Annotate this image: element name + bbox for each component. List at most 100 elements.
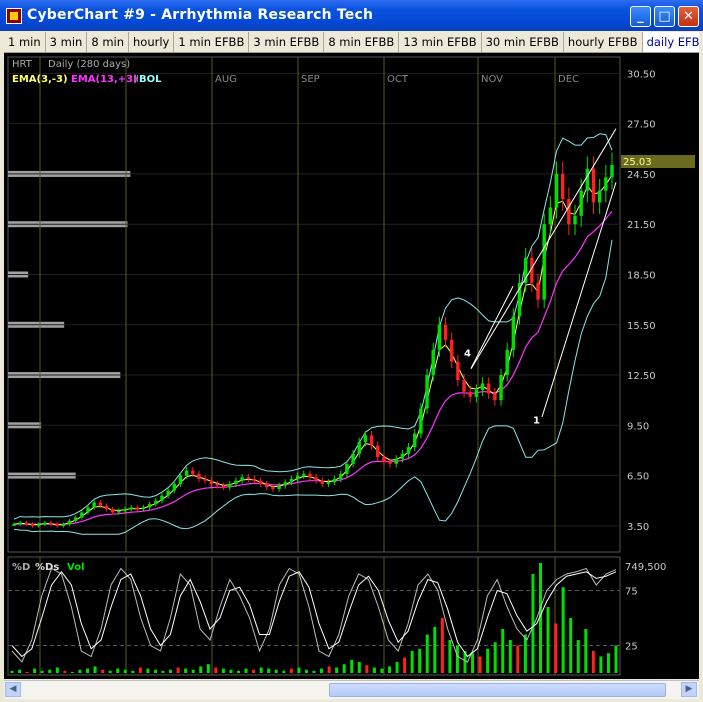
candle-body xyxy=(388,462,392,464)
maximize-button[interactable]: □ xyxy=(654,6,675,27)
candle-body xyxy=(24,522,29,525)
chart-area[interactable]: AUG SEP OCT NOV DEC 4 1 3.50 6.50 9.50 12.50 15.5… xyxy=(4,53,699,679)
candle-body xyxy=(357,442,361,454)
volume-bar xyxy=(93,666,97,673)
candle-body xyxy=(277,485,281,489)
tab-8-min[interactable]: 8 min xyxy=(87,32,130,52)
volume-bar xyxy=(342,664,346,673)
symbol-label: HRT xyxy=(12,59,33,70)
volume-bar xyxy=(418,648,422,673)
candle-body xyxy=(61,524,66,526)
close-button[interactable]: ✕ xyxy=(678,6,699,27)
tab-3-min[interactable]: 3 min xyxy=(46,32,88,52)
candle-body xyxy=(110,509,115,513)
candle-body xyxy=(258,480,263,484)
tab-3-min-efbb[interactable]: 3 min EFBB xyxy=(249,32,325,52)
minimize-button[interactable]: _ xyxy=(630,6,651,27)
candle-body xyxy=(80,512,84,518)
volume-bar xyxy=(206,664,210,673)
volume-bar xyxy=(259,667,263,673)
candle-body xyxy=(147,504,152,508)
scroll-left-button[interactable]: ◀ xyxy=(5,682,21,697)
candle-body xyxy=(462,380,466,392)
price-tick-label: 3.50 xyxy=(627,522,649,533)
month-label: AUG xyxy=(215,74,237,85)
candle-body xyxy=(73,517,78,521)
candle-body xyxy=(271,487,275,489)
tab-1-min-efbb[interactable]: 1 min EFBB xyxy=(174,32,250,52)
candle-body xyxy=(302,473,306,476)
volume-bar xyxy=(410,651,414,673)
candle-body xyxy=(406,447,411,454)
tab-hourly-efbb[interactable]: hourly EFBB xyxy=(564,32,643,52)
candle-body xyxy=(474,390,479,397)
volume-bar xyxy=(614,645,618,673)
tab-30-min-efbb[interactable]: 30 min EFBB xyxy=(482,32,564,52)
tab-13-min-efbb[interactable]: 13 min EFBB xyxy=(399,32,482,52)
volume-bar xyxy=(123,669,127,673)
volume-bar xyxy=(599,656,603,673)
candle-body xyxy=(400,453,405,459)
candle-body xyxy=(240,477,244,481)
candle-body xyxy=(36,524,41,526)
volume-bar xyxy=(176,667,180,673)
volume-bar xyxy=(335,667,339,673)
volume-bar xyxy=(372,667,376,673)
candle-body xyxy=(172,483,177,491)
candle-body xyxy=(166,490,170,496)
volume-bar xyxy=(70,671,74,673)
candle-body xyxy=(486,383,491,394)
tab-hourly[interactable]: hourly xyxy=(129,32,175,52)
candle-body xyxy=(129,507,133,510)
scroll-thumb[interactable] xyxy=(329,683,666,697)
candle-body xyxy=(320,480,324,484)
volume-bar xyxy=(365,665,369,673)
volume-bar xyxy=(229,669,233,673)
volume-bar xyxy=(10,670,14,673)
month-label: NOV xyxy=(481,74,503,85)
candle-body xyxy=(141,507,146,510)
volume-bar xyxy=(523,634,527,673)
volume-bar xyxy=(252,669,256,673)
chart-canvas[interactable]: AUG SEP OCT NOV DEC 4 1 3.50 6.50 9.50 12.50 15.5… xyxy=(4,53,699,679)
volume-bar xyxy=(493,642,497,673)
volume-bar xyxy=(312,670,316,673)
volume-bar xyxy=(516,645,520,673)
candle-body xyxy=(419,408,423,434)
volume-bar xyxy=(591,651,595,673)
tab-8-min-efbb[interactable]: 8 min EFBB xyxy=(324,32,400,52)
ema-fast-legend: EMA(3,-3) xyxy=(12,74,68,85)
candle-body xyxy=(413,433,417,448)
candle-body xyxy=(308,473,312,478)
tab-daily-efbb[interactable]: daily EFBB xyxy=(642,32,699,52)
price-tick-label: 24.50 xyxy=(627,170,656,181)
title-bar[interactable]: CyberChart #9 - Arrhythmia Research Tech… xyxy=(0,0,703,31)
osc-ds-legend: %Ds xyxy=(35,562,59,573)
volume-bar xyxy=(455,645,459,673)
candle-body xyxy=(548,207,553,225)
volume-bar xyxy=(86,668,89,673)
volume-bar xyxy=(320,668,324,673)
candle-body xyxy=(363,435,368,443)
candle-body xyxy=(449,339,454,362)
volume-bar xyxy=(297,667,301,673)
volume-bar xyxy=(191,669,195,673)
candle-body xyxy=(92,502,96,508)
candle-body xyxy=(135,507,140,510)
candle-body xyxy=(221,485,226,488)
volume-bar xyxy=(606,653,610,673)
price-tick-label: 30.50 xyxy=(627,69,656,80)
price-tick-label: 12.50 xyxy=(627,371,656,382)
volume-bar xyxy=(116,668,120,673)
volume-bar xyxy=(350,659,354,673)
month-label: DEC xyxy=(558,74,579,85)
candle-body xyxy=(468,391,472,397)
volume-bar xyxy=(486,648,490,673)
candle-body xyxy=(394,458,398,464)
horizontal-scrollbar[interactable]: ◀ ▶ xyxy=(4,680,699,699)
trendline-label: 4 xyxy=(464,349,471,360)
price-axis: 3.50 6.50 9.50 12.50 15.50 18.50 21.50 24.50 27.… xyxy=(627,69,656,532)
scroll-right-button[interactable]: ▶ xyxy=(681,682,697,697)
candle-body xyxy=(597,190,602,203)
tab-1-min[interactable]: 1 min xyxy=(4,32,46,52)
